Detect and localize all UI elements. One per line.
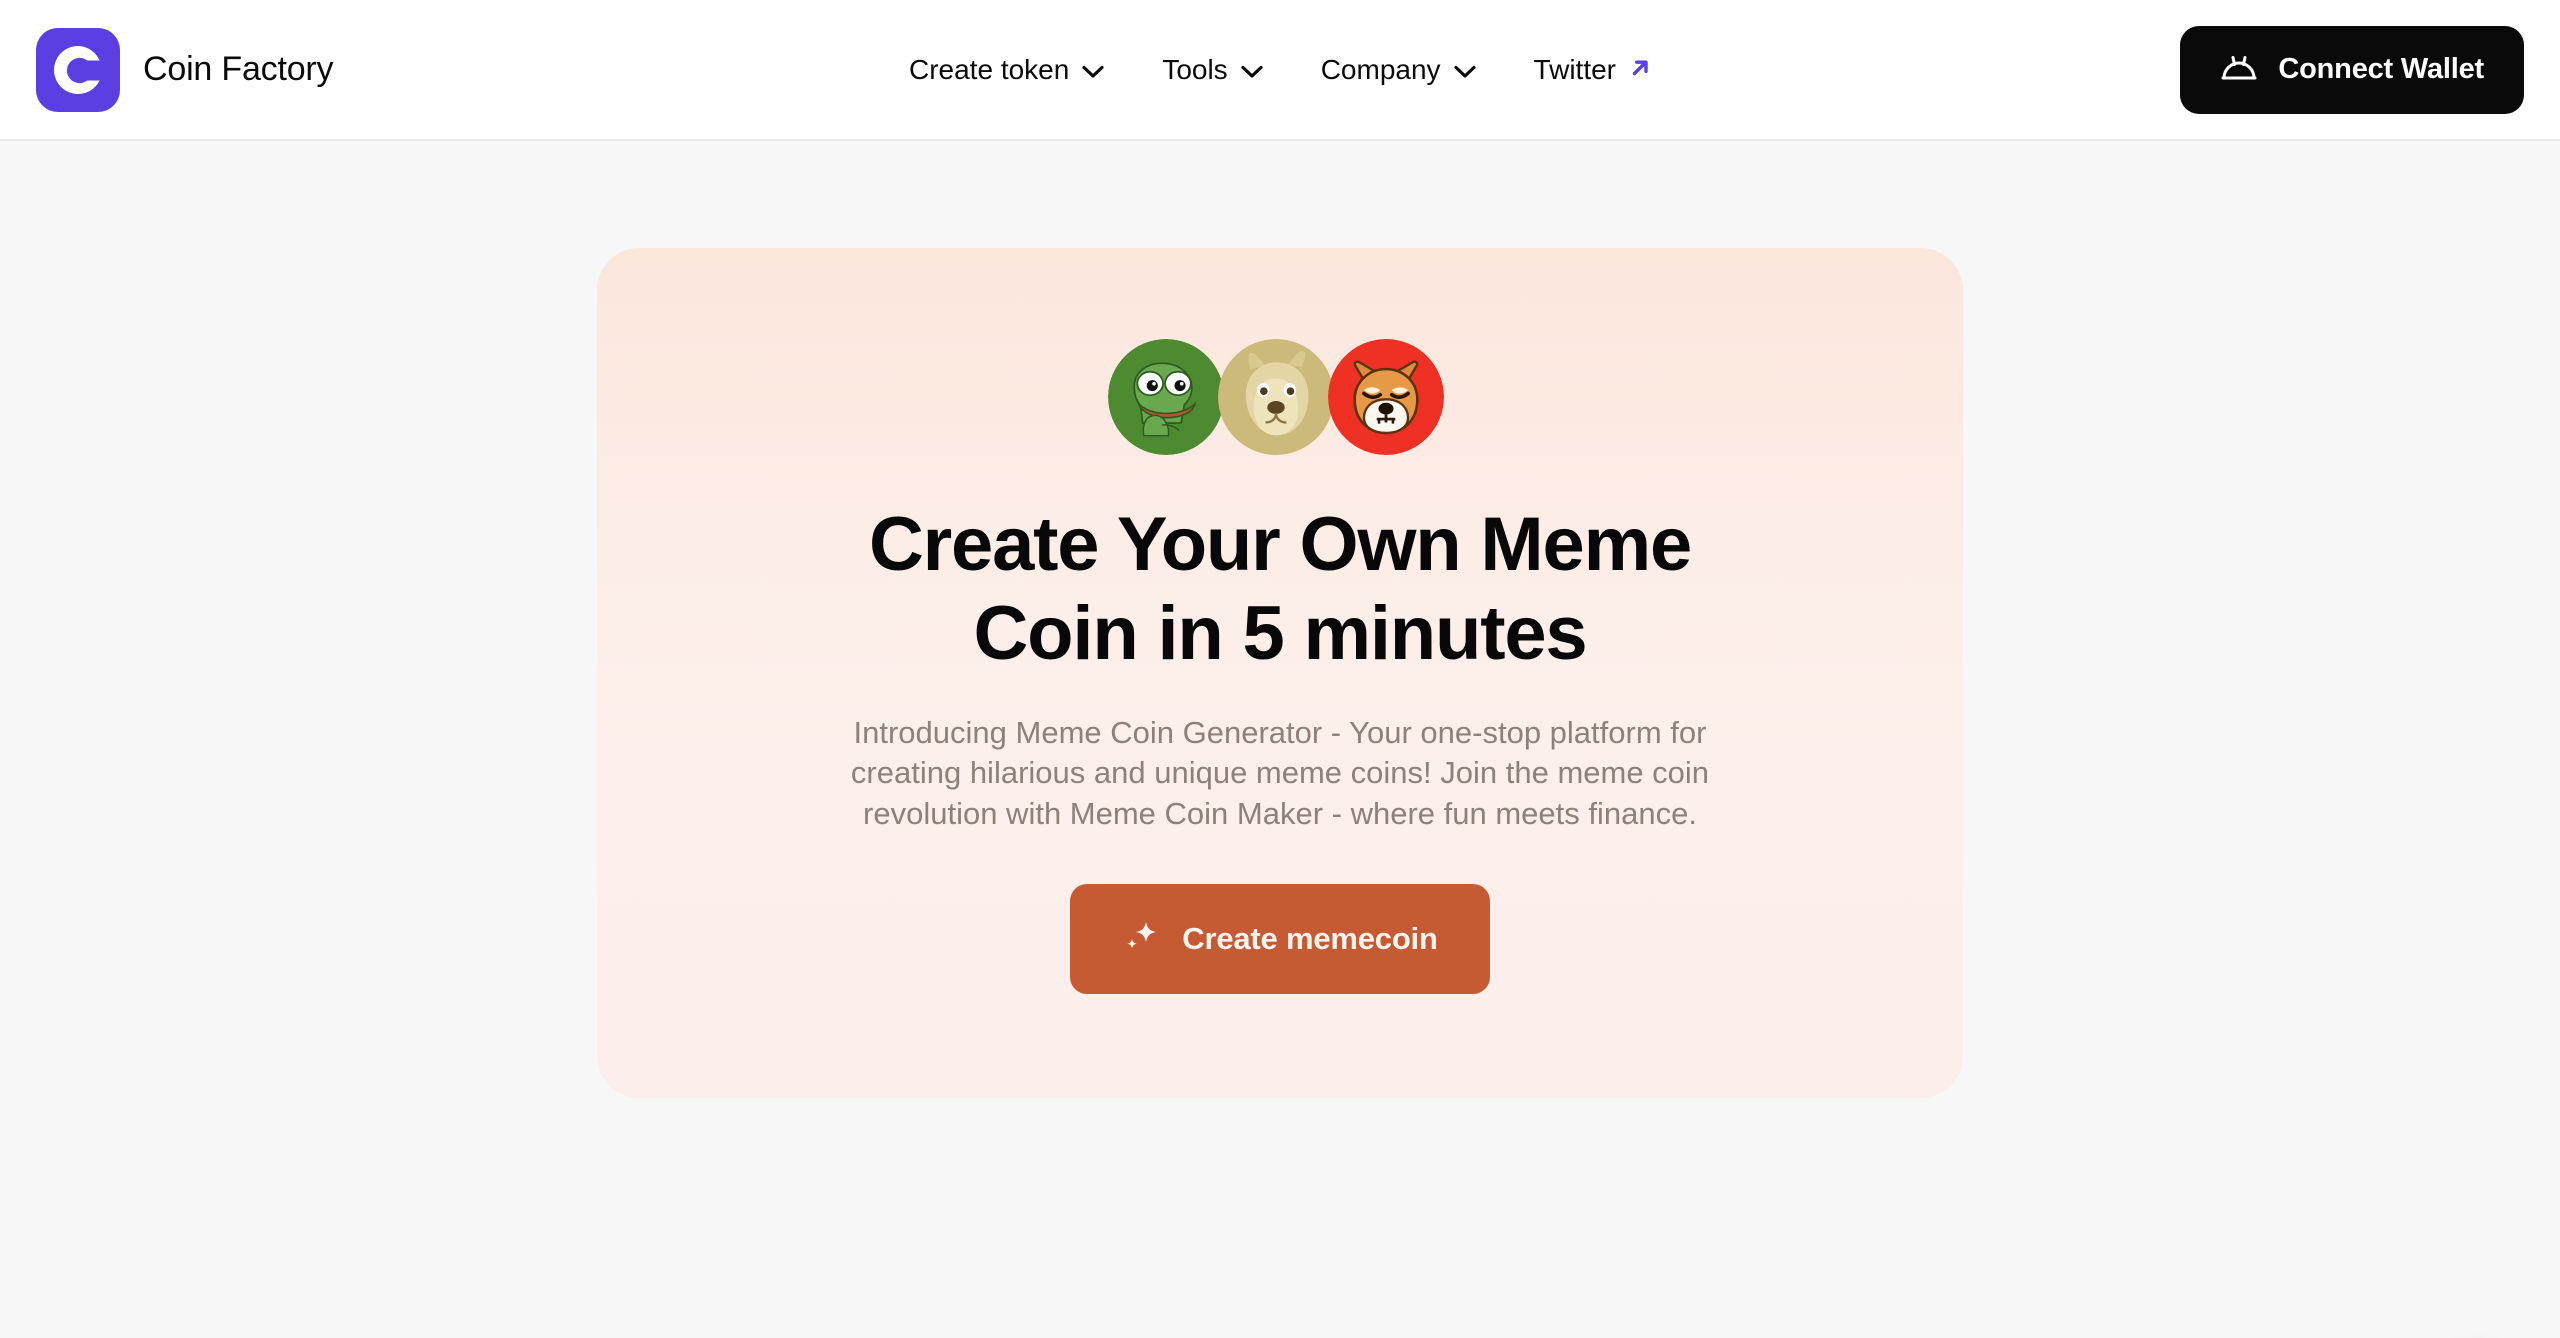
chevron-down-icon — [1453, 54, 1476, 86]
headline-line-1: Create Your Own Meme — [868, 502, 1692, 587]
nav-item-label: Create token — [908, 53, 1070, 85]
coin-factory-logo-icon — [36, 27, 120, 112]
shiba-avatar — [1328, 339, 1444, 455]
wallet-icon — [2220, 49, 2258, 91]
nav-item-tools[interactable]: Tools — [1162, 53, 1263, 86]
nav-item-company[interactable]: Company — [1321, 54, 1476, 86]
connect-wallet-label: Connect Wallet — [2278, 53, 2484, 85]
connect-wallet-button[interactable]: Connect Wallet — [2180, 25, 2524, 114]
nav-item-create-token[interactable]: Create token — [909, 54, 1104, 86]
brand-logo-link[interactable]: Coin Factory — [36, 27, 334, 112]
page-title: Create Your Own Meme Coin in 5 minutes — [868, 501, 1692, 679]
main-nav: Create token Tools Company Twitter — [909, 54, 1651, 86]
nav-item-label: Company — [1320, 53, 1441, 85]
hero-card: Create Your Own Meme Coin in 5 minutes I… — [597, 248, 1963, 1098]
site-header: Coin Factory Create token Tools Company … — [0, 0, 2560, 141]
sparkle-icon — [1122, 916, 1160, 962]
nav-item-label: Tools — [1162, 53, 1228, 85]
nav-item-label: Twitter — [1533, 53, 1617, 85]
doge-avatar — [1218, 339, 1334, 455]
chevron-down-icon — [1082, 54, 1104, 86]
nav-item-twitter[interactable]: Twitter — [1534, 54, 1651, 86]
pepe-avatar — [1108, 339, 1224, 455]
headline-line-2: Coin in 5 minutes — [973, 590, 1588, 676]
page-stage: Create Your Own Meme Coin in 5 minutes I… — [0, 141, 2560, 1338]
external-link-arrow-icon — [1629, 54, 1651, 86]
brand-name: Coin Factory — [143, 50, 334, 88]
create-memecoin-label: Create memecoin — [1182, 920, 1438, 956]
hero-description: Introducing Meme Coin Generator - Your o… — [850, 714, 1710, 832]
meme-avatar-group — [1108, 339, 1452, 455]
chevron-down-icon — [1241, 54, 1263, 86]
create-memecoin-button[interactable]: Create memecoin — [1070, 883, 1490, 994]
